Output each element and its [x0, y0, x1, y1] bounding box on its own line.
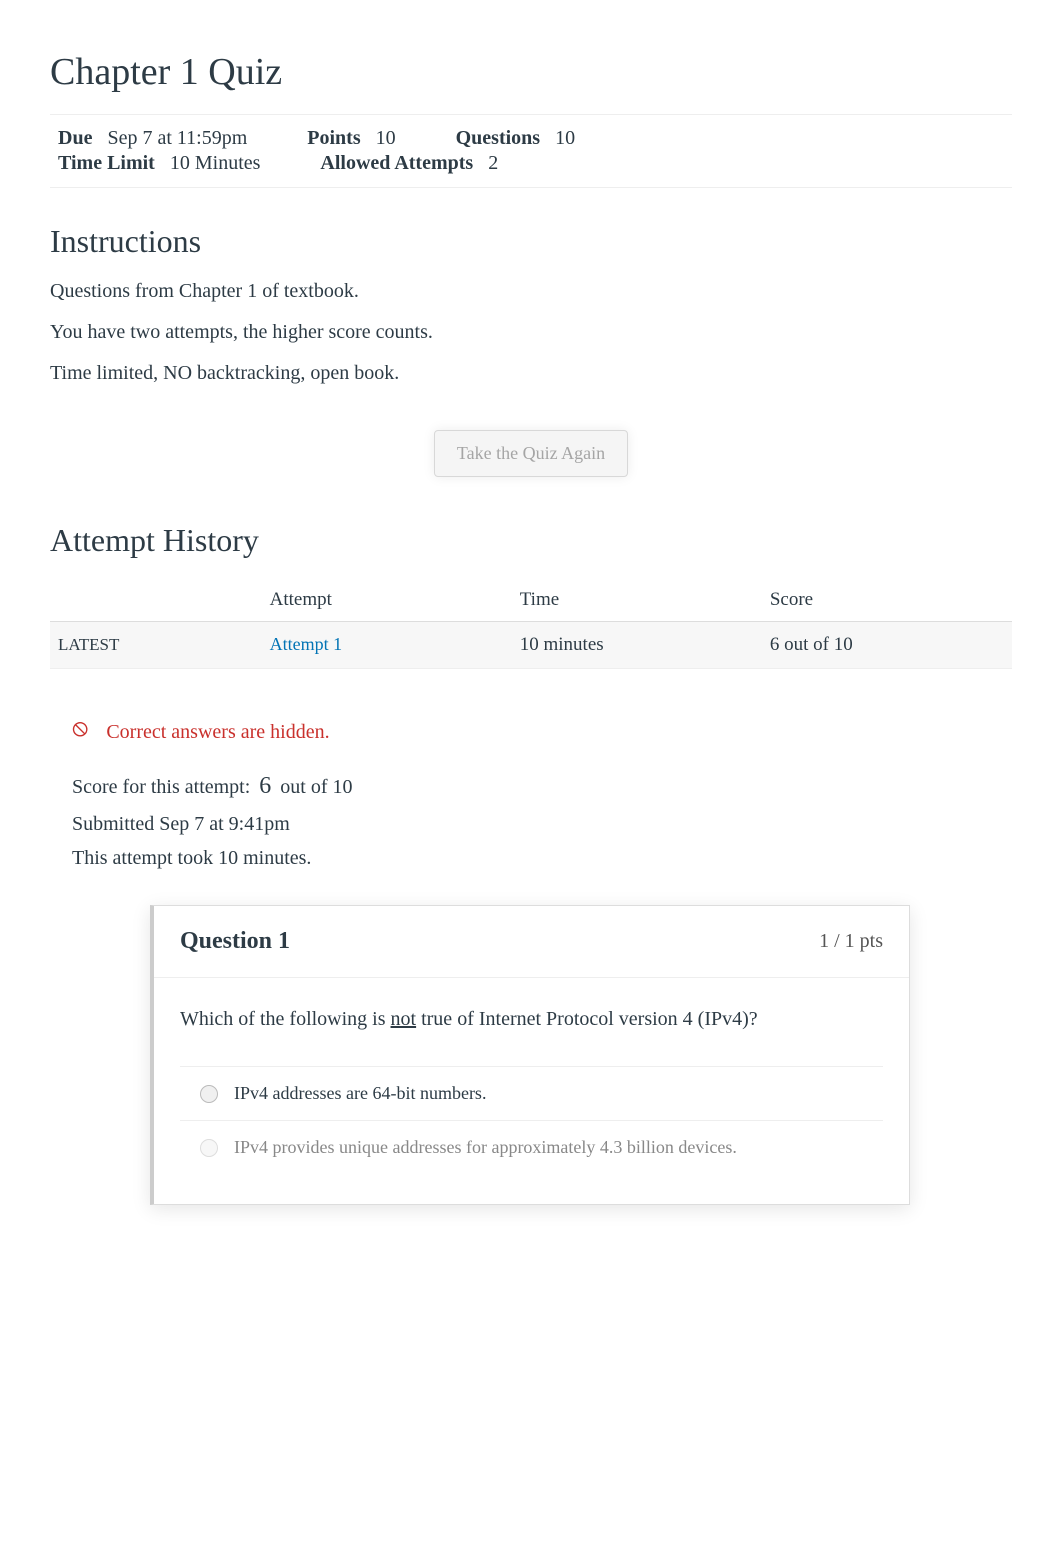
- quiz-meta: Due Sep 7 at 11:59pm Points 10 Questions…: [50, 114, 1012, 188]
- attempt-link[interactable]: Attempt 1: [270, 634, 343, 654]
- meta-points: Points 10: [307, 127, 395, 150]
- answer-text: IPv4 provides unique addresses for appro…: [234, 1137, 737, 1158]
- score-suffix: out of 10: [280, 776, 352, 798]
- take-quiz-again-button[interactable]: Take the Quiz Again: [434, 430, 628, 477]
- submitted-text: Submitted Sep 7 at 9:41pm: [72, 807, 1012, 841]
- instructions-p3: Time limited, NO backtracking, open book…: [50, 362, 1012, 385]
- meta-due: Due Sep 7 at 11:59pm: [58, 127, 247, 150]
- meta-allowed: Allowed Attempts 2: [320, 152, 498, 175]
- answer-text: IPv4 addresses are 64-bit numbers.: [234, 1083, 486, 1104]
- qtext-pre: Which of the following is: [180, 1008, 391, 1030]
- qtext-post: true of Internet Protocol version 4 (IPv…: [416, 1008, 758, 1030]
- instructions-p1: Questions from Chapter 1 of textbook.: [50, 280, 1012, 303]
- score-prefix: Score for this attempt:: [72, 776, 250, 798]
- question-title: Question 1: [180, 928, 290, 955]
- meta-time-limit: Time Limit 10 Minutes: [58, 152, 260, 175]
- radio-icon: [200, 1085, 218, 1103]
- table-row: LATEST Attempt 1 10 minutes 6 out of 10: [50, 622, 1012, 669]
- col-attempt: Attempt: [262, 579, 512, 622]
- points-value: 10: [376, 127, 396, 149]
- took-text: This attempt took 10 minutes.: [72, 841, 1012, 875]
- page-title: Chapter 1 Quiz: [50, 50, 1012, 94]
- attempt-summary: Score for this attempt: 6 out of 10 Subm…: [72, 766, 1012, 875]
- answers: IPv4 addresses are 64-bit numbers. IPv4 …: [180, 1066, 883, 1174]
- points-label: Points: [307, 127, 360, 149]
- questions-value: 10: [555, 127, 575, 149]
- correct-answers-hidden: 🛇 Correct answers are hidden.: [72, 719, 1012, 746]
- allowed-value: 2: [488, 152, 498, 174]
- due-label: Due: [58, 127, 92, 149]
- instructions-p2: You have two attempts, the higher score …: [50, 321, 1012, 344]
- meta-questions: Questions 10: [456, 127, 575, 150]
- score-number: 6: [259, 773, 271, 799]
- col-time: Time: [512, 579, 762, 622]
- instructions-heading: Instructions: [50, 223, 1012, 260]
- col-blank: [50, 579, 262, 622]
- col-score: Score: [762, 579, 1012, 622]
- qtext-underline: not: [391, 1008, 417, 1030]
- question-header: Question 1 1 / 1 pts: [154, 906, 909, 978]
- table-header-row: Attempt Time Score: [50, 579, 1012, 622]
- question-points: 1 / 1 pts: [819, 930, 883, 953]
- hidden-icon: 🛇: [72, 719, 88, 746]
- cell-latest: LATEST: [50, 622, 262, 669]
- cell-score: 6 out of 10: [762, 622, 1012, 669]
- radio-icon: [200, 1139, 218, 1157]
- history-heading: Attempt History: [50, 522, 1012, 559]
- question-text: Which of the following is not true of In…: [180, 1008, 883, 1031]
- time-limit-label: Time Limit: [58, 152, 155, 174]
- answer-option[interactable]: IPv4 provides unique addresses for appro…: [180, 1120, 883, 1174]
- cell-time: 10 minutes: [512, 622, 762, 669]
- attempt-history-table: Attempt Time Score LATEST Attempt 1 10 m…: [50, 579, 1012, 669]
- question-card: Question 1 1 / 1 pts Which of the follow…: [150, 905, 910, 1205]
- time-limit-value: 10 Minutes: [170, 152, 261, 174]
- allowed-label: Allowed Attempts: [320, 152, 473, 174]
- questions-label: Questions: [456, 127, 540, 149]
- hidden-text: Correct answers are hidden.: [106, 721, 329, 744]
- due-value: Sep 7 at 11:59pm: [107, 127, 247, 149]
- answer-option[interactable]: IPv4 addresses are 64-bit numbers.: [180, 1066, 883, 1120]
